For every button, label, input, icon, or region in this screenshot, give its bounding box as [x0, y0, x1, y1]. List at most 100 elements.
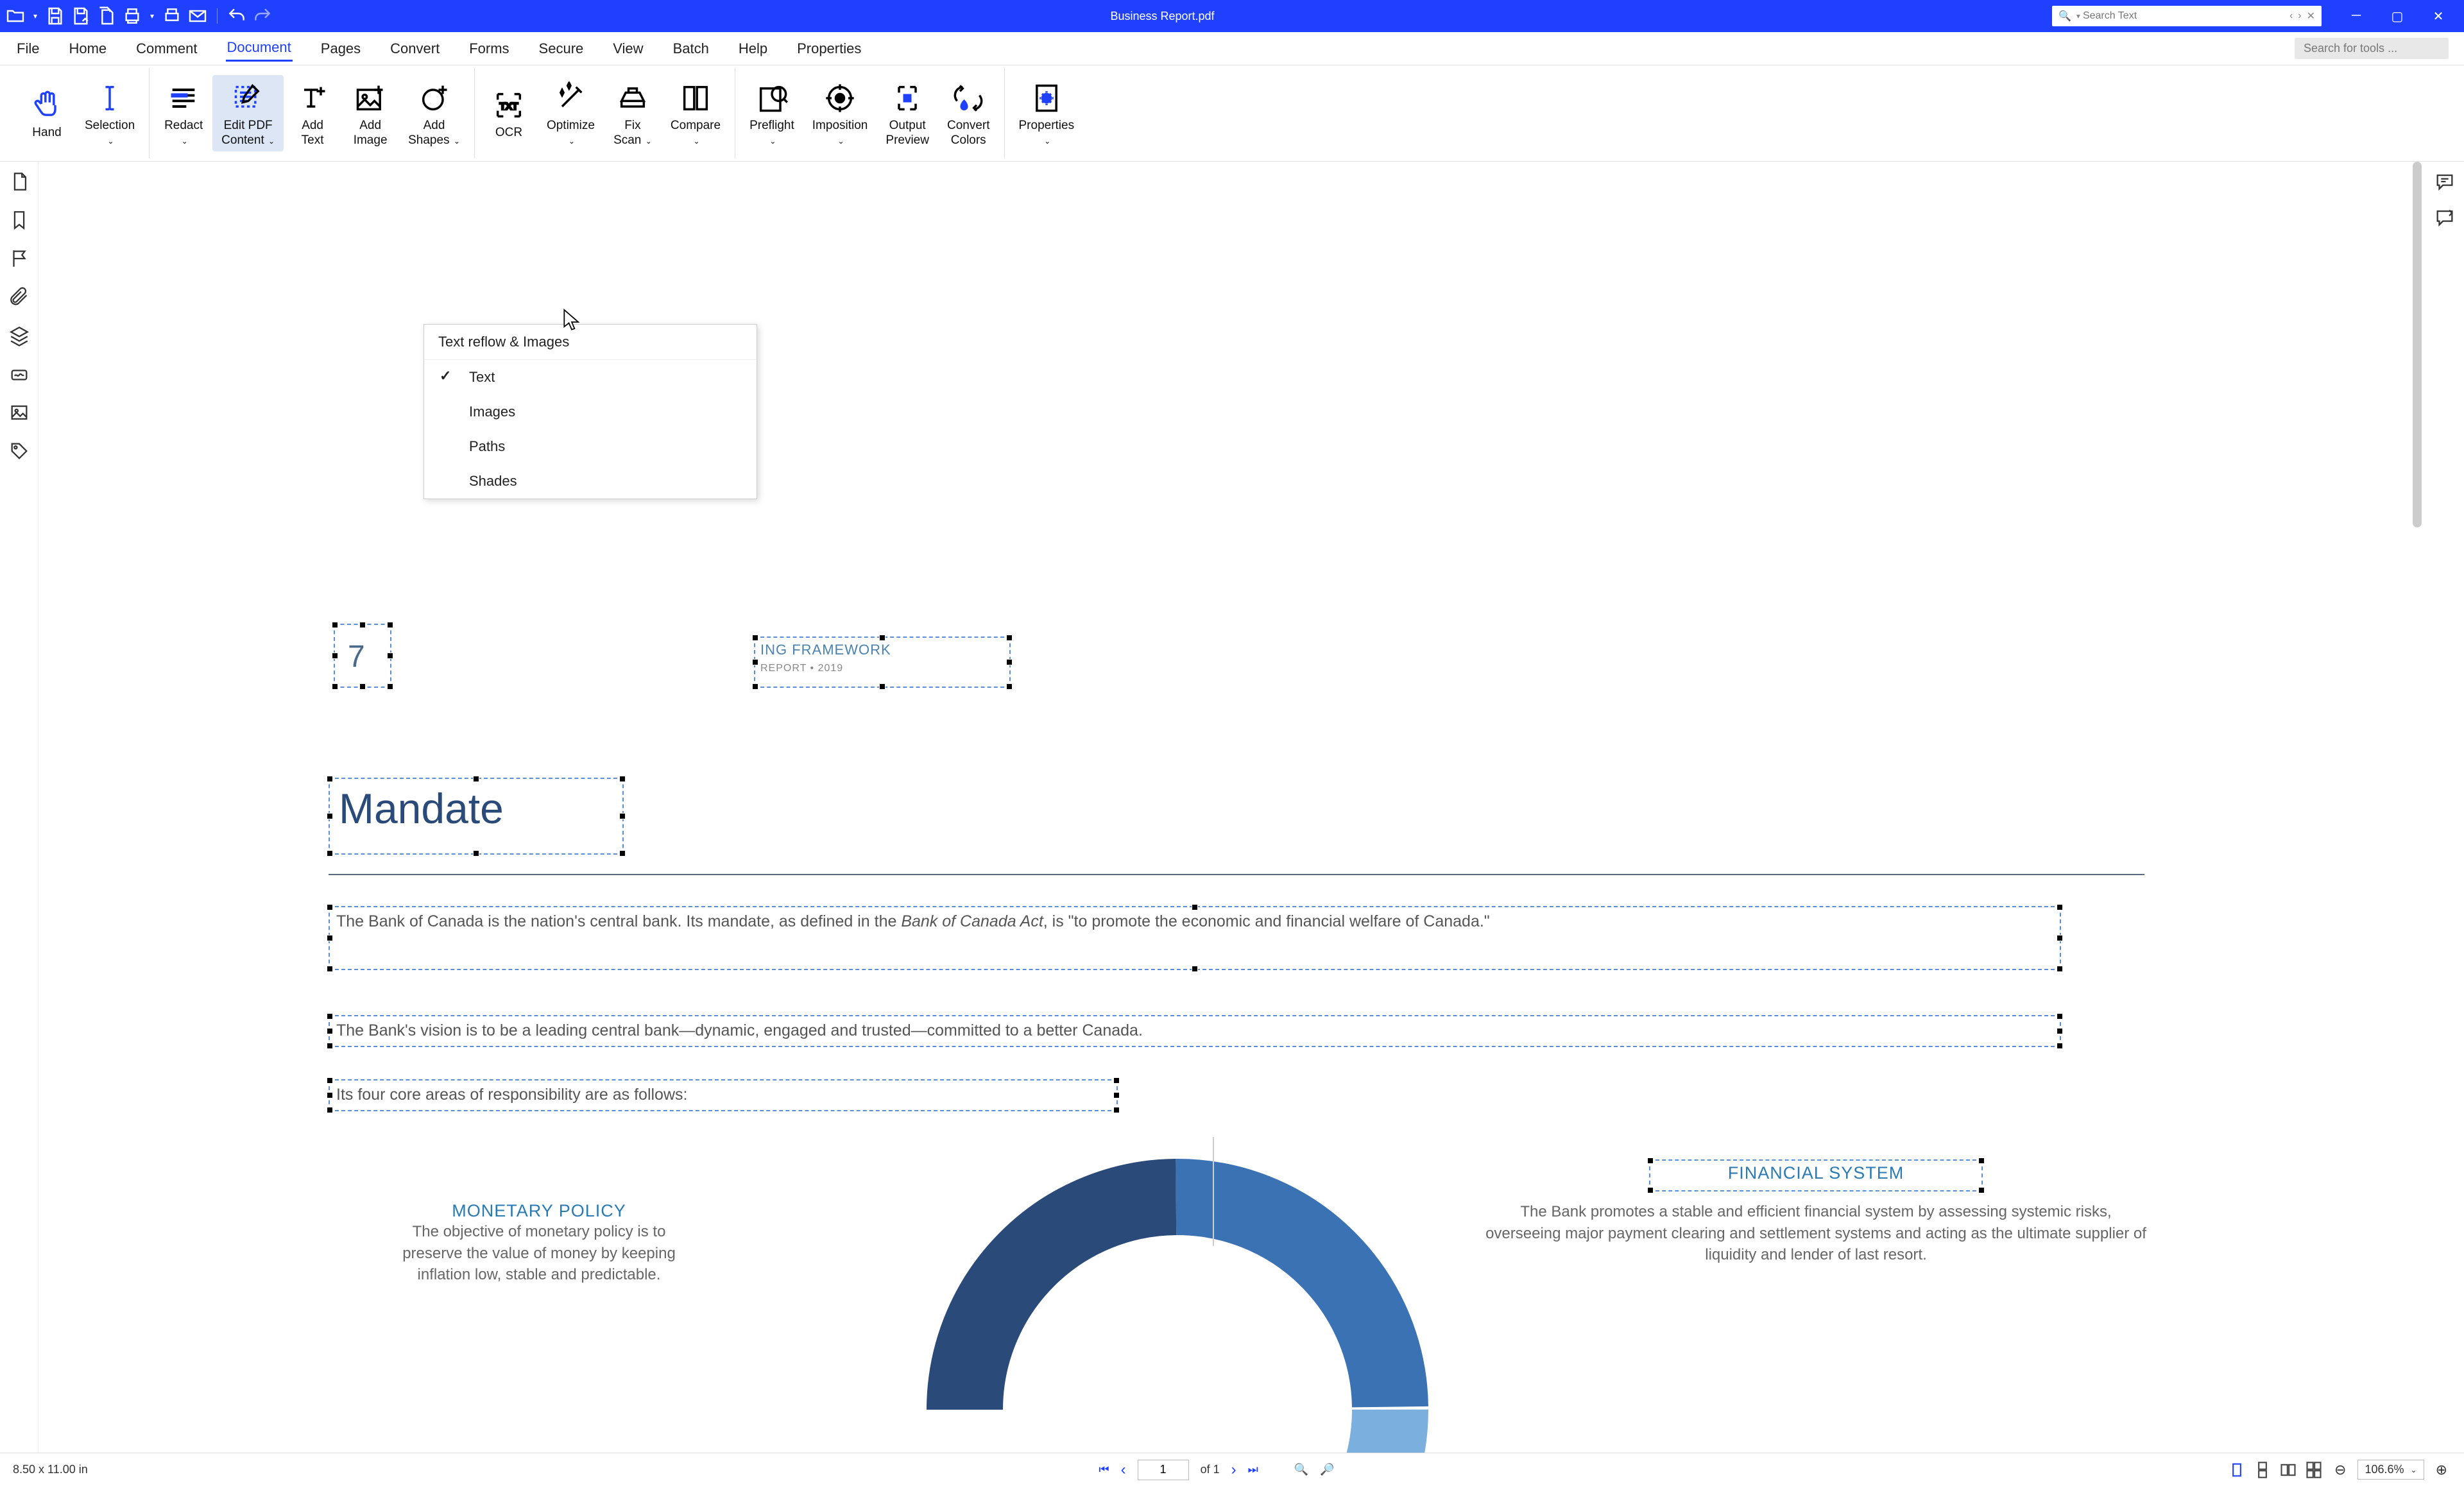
comment-panel-icon[interactable] [2434, 171, 2456, 192]
pages-panel-icon[interactable] [8, 171, 30, 192]
zoom-out-button[interactable]: ⊖ [2331, 1462, 2350, 1478]
title-bar: ▾ ▾ Business Report.pdf 🔍 ▾ ‹ › ✕ ─ ▢ ✕ [0, 0, 2464, 32]
compare-icon [679, 79, 712, 117]
single-page-view-icon[interactable] [2228, 1461, 2246, 1479]
edit-box-header-fragment[interactable]: ING FRAMEWORKREPORT • 2019 [754, 636, 1011, 688]
open-icon[interactable] [5, 6, 26, 26]
zoom-out-small-icon[interactable]: 🔍 [1294, 1463, 1308, 1476]
edit-box-financial-heading[interactable]: FINANCIAL SYSTEM [1649, 1159, 1983, 1191]
facing-continuous-view-icon[interactable] [2305, 1461, 2323, 1479]
last-page-button[interactable]: ⏭ [1248, 1463, 1258, 1476]
maximize-button[interactable]: ▢ [2386, 8, 2409, 24]
print-icon[interactable] [122, 6, 142, 26]
zoom-in-small-icon[interactable]: 🔎 [1320, 1463, 1334, 1476]
zoom-level-control[interactable]: 106.6% ⌄ [2357, 1460, 2424, 1480]
edit-content-icon [232, 79, 265, 117]
core-label: CORE RESPONSIBILITIES [1033, 1445, 1335, 1453]
zoom-dropdown-icon[interactable]: ⌄ [2411, 1465, 2417, 1474]
dropdown-item-text[interactable]: ✓Text [424, 360, 757, 395]
ocr-button[interactable]: TXT OCR [480, 82, 538, 144]
email-icon[interactable] [187, 6, 208, 26]
output-preview-icon [891, 79, 924, 117]
review-panel-icon[interactable] [2434, 207, 2456, 228]
search-close-icon[interactable]: ✕ [2304, 10, 2318, 22]
search-icon: 🔍 [2056, 10, 2074, 22]
add-image-button[interactable]: AddImage [341, 75, 399, 152]
close-button[interactable]: ✕ [2427, 8, 2450, 24]
imposition-button[interactable]: Imposition⌄ [803, 75, 877, 152]
menu-batch[interactable]: Batch [672, 37, 710, 61]
tags-panel-icon[interactable] [8, 440, 30, 462]
save-all-icon[interactable] [96, 6, 117, 26]
menu-view[interactable]: View [612, 37, 644, 61]
print-dropdown-icon[interactable]: ▾ [148, 6, 157, 26]
search-input[interactable] [2083, 10, 2287, 22]
save-as-icon[interactable] [71, 6, 91, 26]
first-page-button[interactable]: ⏮ [1099, 1463, 1109, 1476]
optimize-button[interactable]: Optimize⌄ [538, 75, 604, 152]
hand-tool-button[interactable]: Hand [18, 82, 76, 144]
dropdown-item-shades[interactable]: Shades [424, 464, 757, 499]
dropdown-item-paths[interactable]: Paths [424, 429, 757, 464]
zoom-in-button[interactable]: ⊕ [2432, 1462, 2451, 1478]
right-sidebar [2426, 162, 2464, 1453]
next-page-button[interactable]: › [1231, 1461, 1236, 1479]
undo-icon[interactable] [227, 6, 247, 26]
edit-box-page-number[interactable]: 7 [334, 624, 391, 688]
compare-button[interactable]: Compare⌄ [662, 75, 730, 152]
bookmarks-panel-icon[interactable] [8, 209, 30, 231]
menu-home[interactable]: Home [67, 37, 108, 61]
document-canvas[interactable]: Text reflow & Images ✓Text Images Paths … [38, 162, 2426, 1453]
financial-system-block: The Bank promotes a stable and efficient… [1482, 1201, 2150, 1266]
edit-pdf-content-button[interactable]: Edit PDFContent ⌄ [212, 75, 284, 152]
search-next-icon[interactable]: › [2295, 10, 2304, 22]
signatures-panel-icon[interactable] [8, 363, 30, 385]
fix-scan-button[interactable]: FixScan ⌄ [604, 75, 662, 152]
edit-box-p3[interactable]: Its four core areas of responsibility ar… [329, 1079, 1118, 1111]
menu-help[interactable]: Help [737, 37, 769, 61]
menu-pages[interactable]: Pages [320, 37, 362, 61]
edit-box-p2[interactable]: The Bank's vision is to be a leading cen… [329, 1015, 2061, 1047]
tool-search-input[interactable]: Search for tools ... [2295, 38, 2449, 59]
edit-box-p1[interactable]: The Bank of Canada is the nation's centr… [329, 906, 2061, 970]
menu-forms[interactable]: Forms [468, 37, 510, 61]
menu-convert[interactable]: Convert [389, 37, 441, 61]
dropdown-item-images[interactable]: Images [424, 395, 757, 429]
menu-secure[interactable]: Secure [538, 37, 585, 61]
continuous-view-icon[interactable] [2254, 1461, 2272, 1479]
redo-icon[interactable] [252, 6, 273, 26]
preflight-button[interactable]: Preflight⌄ [740, 75, 803, 152]
dropdown-item-reflow[interactable]: Text reflow & Images [424, 325, 757, 360]
page-number-input[interactable] [1138, 1460, 1189, 1480]
selection-tool-button[interactable]: Selection⌄ [76, 75, 144, 152]
properties-button[interactable]: Properties⌄ [1010, 75, 1084, 152]
add-text-button[interactable]: AddText [284, 75, 341, 152]
chevron-down-icon: ⌄ [266, 137, 275, 146]
layers-panel-icon[interactable] [8, 325, 30, 346]
quick-print-icon[interactable] [162, 6, 182, 26]
facing-view-icon[interactable] [2279, 1461, 2297, 1479]
menu-file[interactable]: File [15, 37, 40, 61]
convert-colors-button[interactable]: ConvertColors [938, 75, 999, 152]
search-prev-icon[interactable]: ‹ [2287, 10, 2295, 22]
attachments-panel-icon[interactable] [8, 286, 30, 308]
images-panel-icon[interactable] [8, 402, 30, 423]
menu-document[interactable]: Document [226, 35, 293, 62]
menu-comment[interactable]: Comment [135, 37, 198, 61]
add-shapes-icon [418, 79, 451, 117]
redact-button[interactable]: Redact⌄ [155, 75, 212, 152]
edit-box-heading[interactable]: Mandate [329, 778, 624, 855]
menu-properties[interactable]: Properties [796, 37, 862, 61]
vertical-scrollbar[interactable] [2413, 162, 2422, 527]
save-icon[interactable] [45, 6, 65, 26]
open-dropdown-icon[interactable]: ▾ [31, 6, 40, 26]
search-box[interactable]: 🔍 ▾ ‹ › ✕ [2052, 6, 2322, 26]
minimize-button[interactable]: ─ [2345, 8, 2368, 24]
destinations-panel-icon[interactable] [8, 248, 30, 269]
document-title: Business Report.pdf [273, 10, 2052, 23]
prev-page-button[interactable]: ‹ [1121, 1461, 1126, 1479]
add-shapes-button[interactable]: AddShapes ⌄ [399, 75, 469, 152]
text-cursor-icon [93, 79, 126, 117]
search-dropdown-icon[interactable]: ▾ [2074, 12, 2083, 21]
output-preview-button[interactable]: OutputPreview [877, 75, 938, 152]
